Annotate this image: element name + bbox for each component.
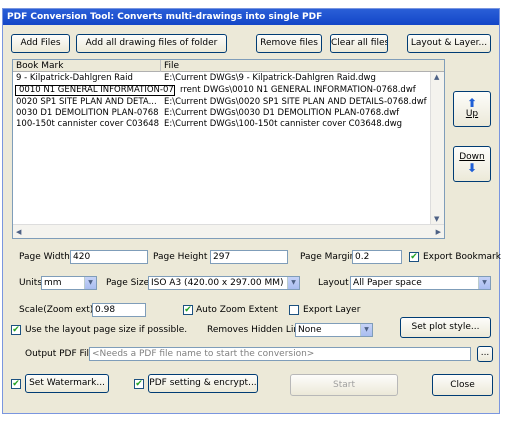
export-layer-checkbox[interactable] xyxy=(289,305,299,315)
use-layout-size-label: Use the layout page size if possible. xyxy=(25,325,188,335)
set-plot-style-button[interactable]: Set plot style... xyxy=(400,317,491,338)
arrow-up-icon: ⬆ xyxy=(466,96,478,110)
scroll-right-icon[interactable]: ▶ xyxy=(436,228,441,236)
header-bookmark[interactable]: Book Mark xyxy=(13,60,161,72)
layout-select[interactable]: All Paper space ▼ xyxy=(350,276,491,290)
remove-files-button[interactable]: Remove files xyxy=(256,34,322,53)
page-margin-label: Page Margin xyxy=(300,252,356,262)
horizontal-scrollbar[interactable]: ◀ ▶ xyxy=(13,224,444,238)
pdf-setting-button[interactable]: PDF setting & encrypt... xyxy=(148,374,258,393)
move-up-label: Up xyxy=(465,109,479,119)
layout-layer-button[interactable]: Layout & Layer... xyxy=(407,34,491,53)
list-row[interactable]: 9 - Kilpatrick-Dahlgren Raid E:\Current … xyxy=(13,73,430,84)
row-bookmark: 100-150t cannister cover C03648 xyxy=(16,119,160,129)
auto-zoom-label: Auto Zoom Extent xyxy=(196,305,278,315)
row-file: E:\Current DWGs\0020 SP1 SITE PLAN AND D… xyxy=(164,97,427,107)
dropdown-arrow-icon[interactable]: ▼ xyxy=(287,277,299,289)
page-width-input[interactable]: 420 xyxy=(70,250,148,264)
add-folder-button[interactable]: Add all drawing files of folder xyxy=(76,34,227,53)
units-label: Units xyxy=(19,278,43,288)
add-files-button[interactable]: Add Files xyxy=(11,34,70,53)
layout-label: Layout xyxy=(318,278,349,288)
move-down-button[interactable]: Down ⬇ xyxy=(453,146,491,182)
row-bookmark: 9 - Kilpatrick-Dahlgren Raid xyxy=(16,73,133,83)
list-row[interactable]: 0020 SP1 SITE PLAN AND DETA... E:\Curren… xyxy=(13,97,430,108)
output-pdf-input[interactable]: <Needs a PDF file name to start the conv… xyxy=(89,347,471,361)
scroll-left-icon[interactable]: ◀ xyxy=(16,228,21,236)
page-margin-input[interactable]: 0.2 xyxy=(352,250,402,264)
list-row-editing[interactable]: 0010 N1 GENERAL INFORMATION-0768 rrent D… xyxy=(13,85,430,96)
scroll-up-icon[interactable]: ▲ xyxy=(434,73,439,81)
bookmark-edit-field[interactable]: 0010 N1 GENERAL INFORMATION-0768 xyxy=(15,85,175,96)
removes-hidden-label: Removes Hidden Line xyxy=(207,325,305,335)
page-size-value: ISO A3 (420.00 x 297.00 MM) xyxy=(151,278,284,288)
file-list[interactable]: Book Mark File 9 - Kilpatrick-Dahlgren R… xyxy=(12,59,445,239)
list-row[interactable]: 0030 D1 DEMOLITION PLAN-0768 E:\Current … xyxy=(13,108,430,119)
page-size-select[interactable]: ISO A3 (420.00 x 297.00 MM) ▼ xyxy=(148,276,300,290)
row-bookmark: 0030 D1 DEMOLITION PLAN-0768 xyxy=(16,108,159,118)
clear-all-button[interactable]: Clear all files xyxy=(330,34,388,53)
row-file: E:\Current DWGs\0030 D1 DEMOLITION PLAN-… xyxy=(164,108,400,118)
page-width-label: Page Width xyxy=(19,252,70,262)
list-header: Book Mark File xyxy=(13,60,444,72)
units-select[interactable]: mm ▼ xyxy=(41,276,97,290)
use-layout-size-checkbox[interactable]: ✔ xyxy=(11,325,21,335)
move-up-button[interactable]: ⬆ Up xyxy=(453,91,491,127)
scale-label: Scale(Zoom ext) xyxy=(19,305,94,315)
export-bookmark-label: Export Bookmark xyxy=(423,252,501,262)
page-height-input[interactable]: 297 xyxy=(210,250,288,264)
scroll-down-icon[interactable]: ▼ xyxy=(434,215,439,223)
arrow-down-icon: ⬇ xyxy=(466,161,478,175)
hidden-line-select[interactable]: None ▼ xyxy=(295,323,373,337)
layout-value: All Paper space xyxy=(353,278,422,288)
scale-input[interactable]: 0.98 xyxy=(92,303,146,317)
pdf-setting-checkbox[interactable]: ✔ xyxy=(134,379,144,389)
watermark-checkbox[interactable]: ✔ xyxy=(11,379,21,389)
list-row[interactable]: 100-150t cannister cover C03648 E:\Curre… xyxy=(13,119,430,130)
row-bookmark: 0020 SP1 SITE PLAN AND DETA... xyxy=(16,97,157,107)
page-height-label: Page Height xyxy=(153,252,208,262)
browse-button[interactable]: ... xyxy=(477,346,493,362)
export-bookmark-checkbox[interactable]: ✔ xyxy=(409,252,419,262)
title-bar: PDF Conversion Tool: Converts multi-draw… xyxy=(3,9,499,25)
page-size-label: Page Size xyxy=(106,278,150,288)
export-layer-label: Export Layer xyxy=(303,305,361,315)
header-file[interactable]: File xyxy=(161,60,431,72)
vertical-scrollbar[interactable]: ▲ ▼ xyxy=(430,72,444,224)
dropdown-arrow-icon[interactable]: ▼ xyxy=(478,277,490,289)
dropdown-arrow-icon[interactable]: ▼ xyxy=(84,277,96,289)
start-button[interactable]: Start xyxy=(290,374,398,396)
auto-zoom-checkbox[interactable]: ✔ xyxy=(183,305,193,315)
units-value: mm xyxy=(44,278,62,288)
row-file: rrent DWGs\0010 N1 GENERAL INFORMATION-0… xyxy=(180,85,416,95)
dropdown-arrow-icon[interactable]: ▼ xyxy=(360,324,372,336)
main-window: PDF Conversion Tool: Converts multi-draw… xyxy=(2,8,501,414)
row-file: E:\Current DWGs\100-150t cannister cover… xyxy=(164,119,403,129)
output-pdf-label: Output PDF File xyxy=(25,349,95,359)
row-file: E:\Current DWGs\9 - Kilpatrick-Dahlgren … xyxy=(164,73,376,83)
close-button[interactable]: Close xyxy=(432,374,493,396)
set-watermark-button[interactable]: Set Watermark... xyxy=(25,374,109,393)
hidden-line-value: None xyxy=(298,325,322,335)
